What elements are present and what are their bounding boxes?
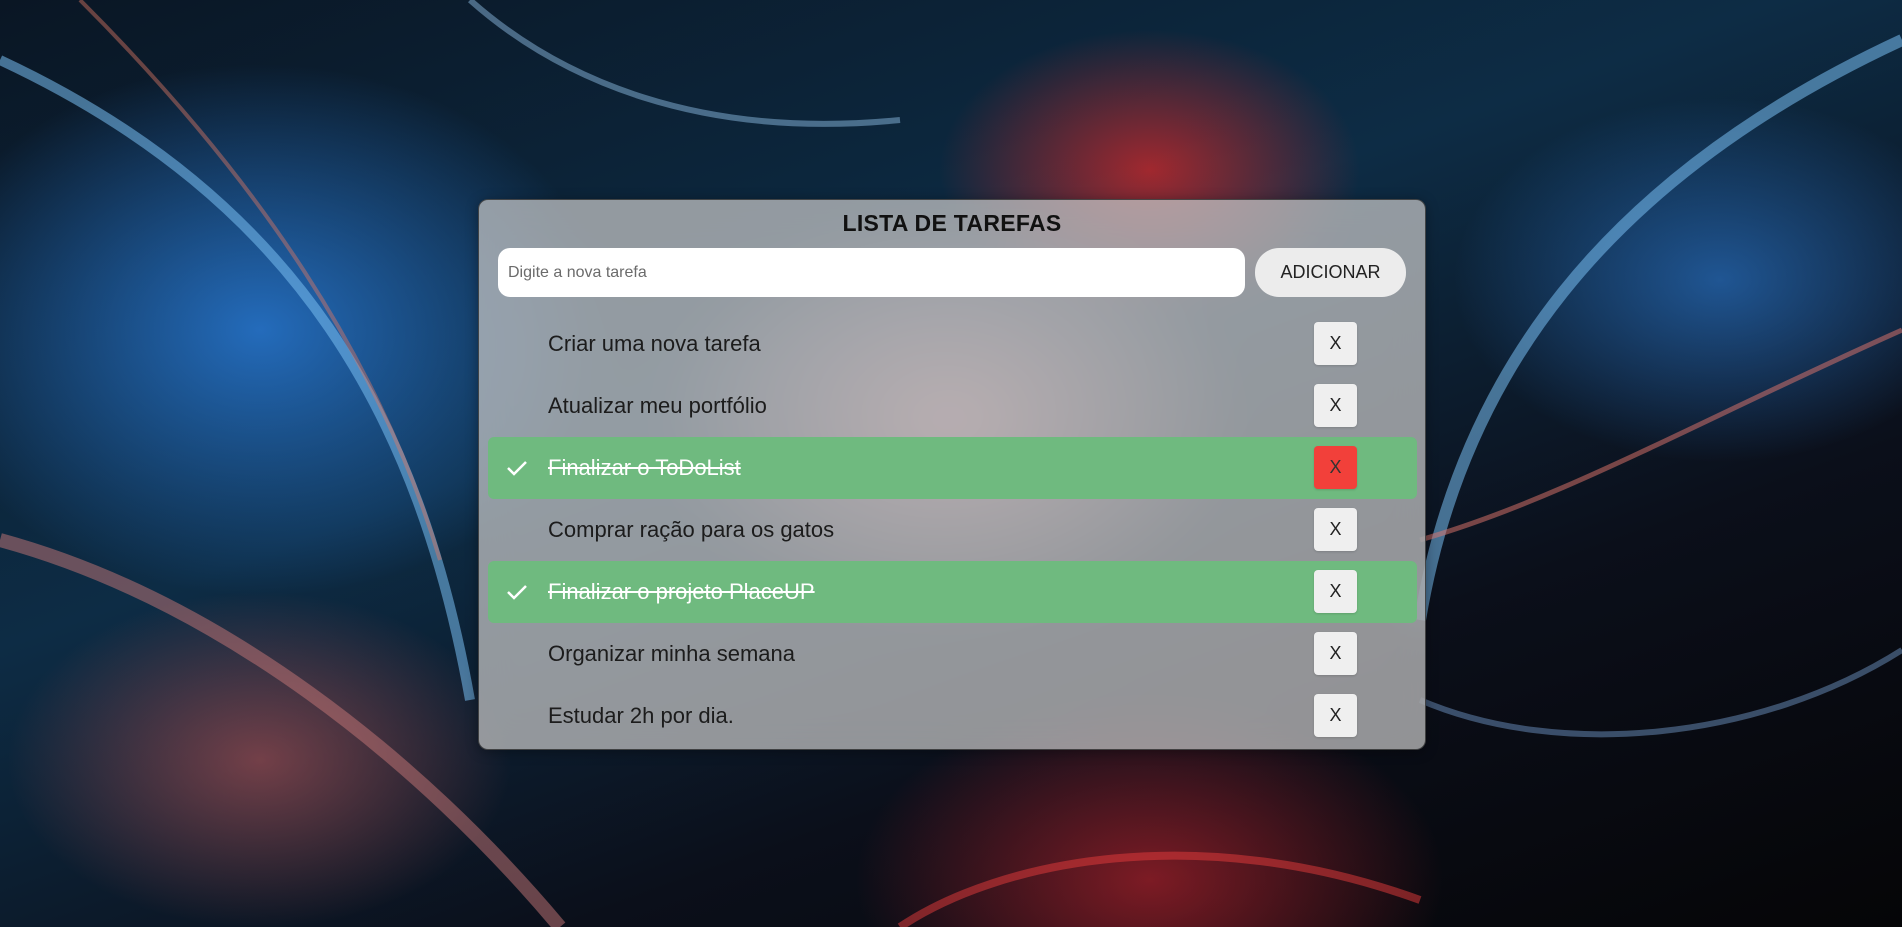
task-item[interactable]: Estudar 2h por dia. X [488,685,1417,747]
delete-task-button[interactable]: X [1314,632,1357,675]
todo-card: LISTA DE TAREFAS ADICIONAR Criar uma nov… [478,199,1426,750]
task-text: Comprar ração para os gatos [548,517,835,542]
new-task-input[interactable] [498,248,1245,297]
task-text: Estudar 2h por dia. [548,703,734,728]
page-title: LISTA DE TAREFAS [842,210,1062,236]
task-item[interactable]: Finalizar o ToDoList X [488,437,1417,499]
task-text: Organizar minha semana [548,641,796,666]
task-item[interactable]: Criar uma nova tarefa X [488,313,1417,375]
delete-task-button[interactable]: X [1314,508,1357,551]
task-text: Criar uma nova tarefa [548,331,761,356]
task-item[interactable]: Atualizar meu portfólio X [488,375,1417,437]
delete-task-button[interactable]: X [1314,384,1357,427]
task-text: Finalizar o projeto PlaceUP [548,579,815,604]
delete-task-button[interactable]: X [1314,322,1357,365]
delete-task-button[interactable]: X [1314,694,1357,737]
task-text: Finalizar o ToDoList [548,455,741,480]
check-icon [507,585,527,600]
delete-task-button[interactable]: X [1314,570,1357,613]
task-list: Criar uma nova tarefa X Atualizar meu port… [488,313,1417,747]
task-item[interactable]: Comprar ração para os gatos X [488,499,1417,561]
check-icon [507,461,527,476]
task-item[interactable]: Organizar minha semana X [488,623,1417,685]
add-task-button[interactable]: ADICIONAR [1255,248,1406,297]
delete-task-button[interactable]: X [1314,446,1357,489]
task-item[interactable]: Finalizar o projeto PlaceUP X [488,561,1417,623]
task-text: Atualizar meu portfólio [548,393,767,418]
